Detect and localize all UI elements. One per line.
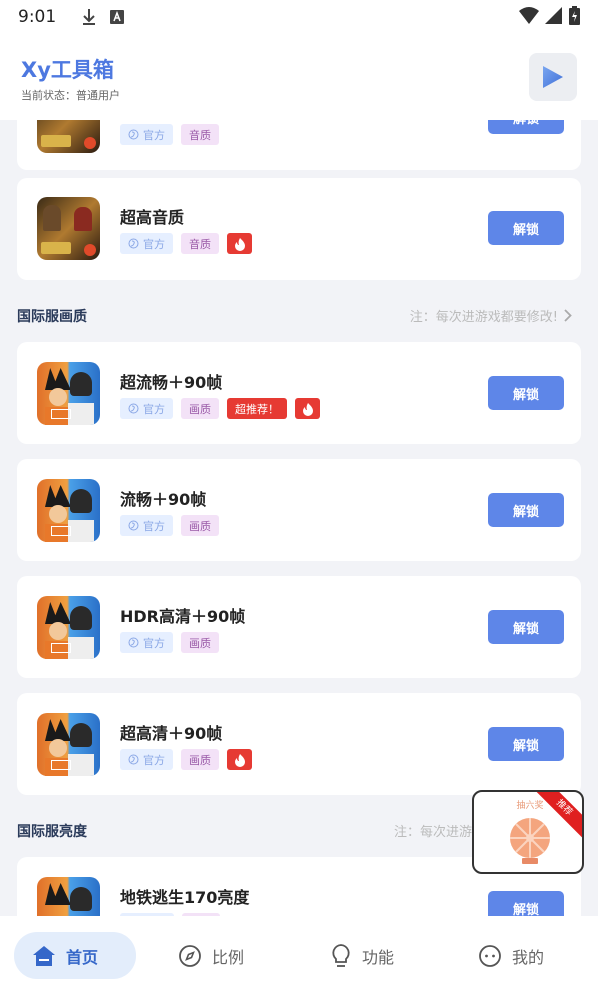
status-time: 9:01 — [18, 7, 57, 27]
tag-group: 官方 画质 — [120, 632, 219, 653]
app-header: Xy工具箱 当前状态：普通用户 — [0, 34, 598, 120]
face-icon — [479, 944, 501, 967]
chevron-right-icon — [564, 309, 572, 322]
tag-official: 官方 — [120, 124, 173, 145]
status-bar: 9:01 — [0, 0, 598, 34]
tag-category: 音质 — [181, 233, 219, 254]
section-title: 国际服画质 — [17, 309, 87, 325]
nav-home[interactable]: 首页 — [14, 932, 136, 979]
tag-official-label: 官方 — [143, 402, 165, 416]
play-icon — [543, 66, 563, 88]
home-icon — [33, 945, 55, 966]
nav-ratio-label: 比例 — [212, 947, 245, 967]
list-item: HDR高清＋90帧 官方 画质 解锁 — [17, 576, 581, 678]
unlock-button[interactable]: 解锁 — [488, 120, 564, 134]
unlock-button[interactable]: 解锁 — [488, 376, 564, 410]
tag-group: 官方 音质 — [120, 124, 219, 145]
app-title: Xy工具箱 — [21, 58, 114, 82]
tag-official-label: 官方 — [143, 128, 165, 142]
tag-category: 画质 — [181, 632, 219, 653]
tag-category: 画质 — [181, 398, 219, 419]
tag-group: 官方 画质 — [120, 749, 252, 770]
official-icon — [128, 520, 139, 531]
game-thumbnail-goku-pubg — [37, 479, 100, 542]
status-system-icons — [519, 6, 580, 25]
tag-official-label: 官方 — [143, 519, 165, 533]
nav-mine-label: 我的 — [512, 947, 545, 967]
nav-ratio[interactable]: 比例 — [178, 932, 244, 979]
recommend-badge: 超推荐！ — [227, 398, 287, 419]
flame-icon — [234, 237, 245, 251]
hot-badge — [295, 398, 320, 419]
tag-official-label: 官方 — [143, 636, 165, 650]
game-thumbnail-goku-pubg — [37, 713, 100, 776]
section-title: 国际服亮度 — [17, 824, 87, 840]
tag-group: 官方 音质 — [120, 233, 252, 254]
user-status: 当前状态：普通用户 — [21, 89, 120, 102]
unlock-button[interactable]: 解锁 — [488, 610, 564, 644]
flame-icon — [302, 402, 313, 416]
official-icon — [128, 238, 139, 249]
list-item: 超流畅＋90帧 官方 画质 超推荐！ 解锁 — [17, 342, 581, 444]
lucky-wheel-widget[interactable]: 抽六奖 推荐 — [472, 790, 584, 874]
nav-mine[interactable]: 我的 — [478, 932, 544, 979]
tag-category: 画质 — [181, 515, 219, 536]
signal-icon — [545, 6, 562, 24]
official-icon — [128, 403, 139, 414]
wifi-icon — [519, 6, 539, 24]
download-icon — [83, 9, 96, 25]
tag-official: 官方 — [120, 632, 173, 653]
play-button[interactable] — [529, 53, 577, 101]
list-item: 超高清＋90帧 官方 画质 解锁 — [17, 693, 581, 795]
section-note[interactable]: 注：每次进游戏都要修改! — [410, 306, 572, 325]
section-note-text: 注：每次进游戏都要修改! — [409, 310, 558, 325]
game-thumbnail-pubg — [37, 120, 100, 153]
hot-badge — [227, 749, 252, 770]
hot-badge — [227, 233, 252, 254]
tag-official: 官方 — [120, 398, 173, 419]
item-name: 超高清＋90帧 — [120, 724, 223, 743]
official-icon — [128, 129, 139, 140]
item-name: 地铁逃生170亮度 — [120, 888, 250, 907]
nav-functions-label: 功能 — [362, 947, 395, 967]
unlock-button[interactable]: 解锁 — [488, 891, 564, 916]
a-badge-icon — [110, 10, 125, 24]
section-note-text: 注：每次进游 — [393, 825, 472, 840]
item-name: 超高音质 — [120, 208, 185, 227]
wheel-icon — [510, 818, 550, 864]
flame-icon — [234, 753, 245, 767]
unlock-button[interactable]: 解锁 — [488, 211, 564, 245]
tag-official: 官方 — [120, 749, 173, 770]
tag-group: 官方 画质 — [120, 515, 219, 536]
bottom-navigation: 首页 比例 功能 我的 — [0, 916, 598, 998]
game-thumbnail-goku-pubg — [37, 362, 100, 425]
nav-home-label: 首页 — [66, 947, 99, 967]
tag-official-label: 官方 — [143, 753, 165, 767]
official-icon — [128, 637, 139, 648]
tag-category: 画质 — [181, 749, 219, 770]
game-thumbnail-pubg — [37, 197, 100, 260]
game-thumbnail-goku-pubg — [37, 596, 100, 659]
unlock-button[interactable]: 解锁 — [488, 727, 564, 761]
tag-official: 官方 — [120, 515, 173, 536]
nav-functions[interactable]: 功能 — [330, 932, 394, 979]
compass-icon — [179, 944, 201, 967]
list-item: 官方 音质 解锁 — [17, 120, 581, 170]
official-icon — [128, 754, 139, 765]
bulb-icon — [332, 943, 350, 967]
game-thumbnail-goku-pubg — [37, 877, 100, 916]
item-name: 流畅＋90帧 — [120, 490, 207, 509]
tag-official-label: 官方 — [143, 237, 165, 251]
tag-group: 官方 画质 超推荐！ — [120, 398, 320, 419]
status-notification-icons — [82, 8, 125, 26]
list-item: 超高音质 官方 音质 解锁 — [17, 178, 581, 280]
item-name: 超流畅＋90帧 — [120, 373, 223, 392]
list-item: 流畅＋90帧 官方 画质 解锁 — [17, 459, 581, 561]
tag-official: 官方 — [120, 233, 173, 254]
item-name: HDR高清＋90帧 — [120, 607, 246, 626]
section-note[interactable]: 注：每次进游 — [394, 821, 472, 840]
unlock-button[interactable]: 解锁 — [488, 493, 564, 527]
tag-category: 音质 — [181, 124, 219, 145]
battery-icon — [569, 6, 580, 25]
